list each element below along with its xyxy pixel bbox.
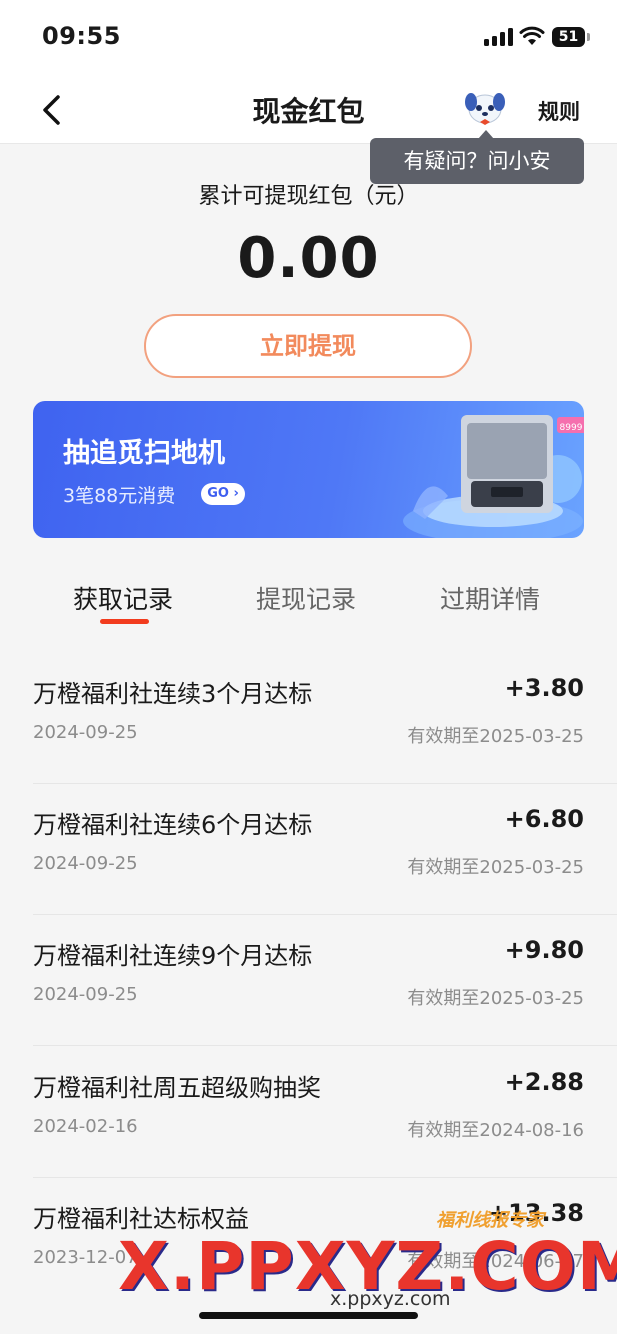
tab-withdrawal-records[interactable]: 提现记录 bbox=[256, 580, 356, 616]
rules-link[interactable]: 规则 bbox=[538, 96, 580, 126]
record-date: 2024-09-25 bbox=[33, 984, 138, 1005]
record-tabs: 获取记录 提现记录 过期详情 bbox=[33, 566, 584, 630]
banner-price-tag: 8999 bbox=[560, 423, 583, 433]
record-title: 万橙福利社连续6个月达标 bbox=[33, 811, 313, 839]
tab-expired-details[interactable]: 过期详情 bbox=[440, 580, 540, 616]
record-date: 2024-02-16 bbox=[33, 1116, 138, 1137]
battery-icon: 51 bbox=[552, 27, 585, 47]
record-date: 2024-09-25 bbox=[33, 853, 138, 874]
banner-title: 抽追觅扫地机 bbox=[63, 438, 225, 469]
withdraw-button[interactable]: 立即提现 bbox=[144, 314, 472, 378]
record-expiry: 有效期至2025-03-25 bbox=[407, 988, 584, 1009]
balance-amount: 0.00 bbox=[237, 226, 380, 291]
wifi-icon bbox=[519, 26, 545, 45]
list-item[interactable]: 万橙福利社连续6个月达标 +6.80 2024-09-25 有效期至2025-0… bbox=[33, 783, 617, 915]
record-expiry: 有效期至2025-03-25 bbox=[407, 857, 584, 878]
balance-label: 累计可提现红包（元） bbox=[198, 184, 419, 209]
record-date: 2024-09-25 bbox=[33, 722, 138, 743]
go-badge[interactable]: GO › bbox=[201, 483, 245, 505]
tab-earned-records[interactable]: 获取记录 bbox=[73, 580, 173, 616]
mascot-assistant-icon[interactable] bbox=[462, 88, 508, 128]
battery-cap bbox=[587, 33, 590, 41]
robot-vacuum-illustration: 8999 bbox=[403, 415, 584, 538]
list-item[interactable]: 万橙福利社周五超级购抽奖 +2.88 2024-02-16 有效期至2024-0… bbox=[33, 1046, 617, 1178]
record-expiry: 有效期至2025-03-25 bbox=[407, 726, 584, 747]
record-amount: +6.80 bbox=[504, 805, 584, 833]
record-title: 万橙福利社连续3个月达标 bbox=[33, 680, 313, 708]
status-bar: 09:55 51 bbox=[0, 0, 617, 76]
list-item[interactable]: 万橙福利社连续3个月达标 +3.80 2024-09-25 有效期至2025-0… bbox=[33, 652, 617, 784]
watermark-url: x.ppxyz.com bbox=[330, 1288, 451, 1310]
record-title: 万橙福利社连续9个月达标 bbox=[33, 942, 313, 970]
list-item[interactable]: 万橙福利社连续9个月达标 +9.80 2024-09-25 有效期至2025-0… bbox=[33, 914, 617, 1046]
cellular-signal-icon bbox=[484, 28, 514, 46]
promo-banner[interactable]: 抽追觅扫地机 3笔88元消费 GO › 8999 bbox=[33, 401, 584, 538]
page-title: 现金红包 bbox=[252, 95, 365, 128]
record-expiry: 有效期至2024-08-16 bbox=[407, 1120, 584, 1141]
record-title: 万橙福利社周五超级购抽奖 bbox=[33, 1074, 321, 1102]
active-tab-indicator bbox=[100, 619, 149, 624]
status-time: 09:55 bbox=[42, 22, 121, 50]
record-amount: +2.88 bbox=[504, 1068, 584, 1096]
nav-bar: 现金红包 规则 bbox=[0, 76, 617, 144]
go-label: GO bbox=[207, 486, 229, 501]
banner-subtitle: 3笔88元消费 bbox=[63, 485, 176, 507]
record-amount: +3.80 bbox=[504, 674, 584, 702]
home-indicator[interactable] bbox=[199, 1312, 418, 1319]
record-amount: +9.80 bbox=[504, 936, 584, 964]
